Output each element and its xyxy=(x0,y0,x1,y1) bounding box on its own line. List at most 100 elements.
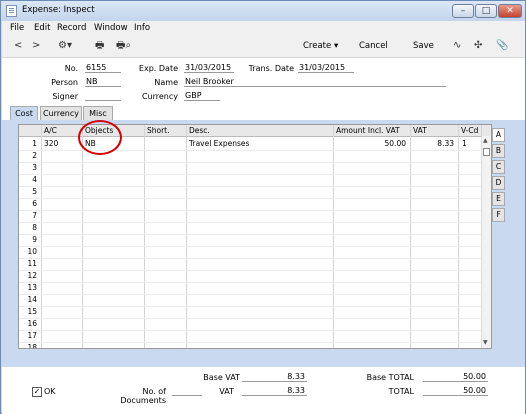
side-tab-e[interactable]: E xyxy=(492,192,505,206)
document-icon xyxy=(6,5,17,17)
exp-date-label: Exp. Date xyxy=(138,64,178,73)
ok-checkbox[interactable]: ✓ xyxy=(32,387,42,397)
print-icon[interactable]: 🖶 xyxy=(95,40,104,52)
no-of-documents-field[interactable] xyxy=(172,386,202,396)
header-panel: No. 6155 Person NB Signer Exp. Date 31/0… xyxy=(2,58,525,106)
person-field[interactable]: NB xyxy=(85,77,121,87)
col-ac[interactable]: A/C xyxy=(44,126,57,135)
signer-field[interactable] xyxy=(85,91,121,101)
col-desc[interactable]: Desc. xyxy=(189,126,210,135)
row-number: 5 xyxy=(32,187,37,196)
column-divider xyxy=(410,125,411,348)
menu-edit[interactable]: Edit xyxy=(34,23,50,33)
name-label: Name xyxy=(154,78,178,87)
column-divider xyxy=(333,125,334,348)
row-number: 6 xyxy=(32,199,37,208)
total-label: TOTAL xyxy=(388,387,414,396)
gear-icon[interactable]: ⚙▾ xyxy=(58,40,72,52)
col-vat[interactable]: VAT xyxy=(413,126,427,135)
row-number: 1 xyxy=(32,139,37,148)
tab-currency[interactable]: Currency xyxy=(40,106,82,120)
name-field[interactable]: Neil Brooker xyxy=(184,77,446,87)
row-divider xyxy=(19,270,482,271)
side-tab-d[interactable]: D xyxy=(492,176,505,190)
row-1-vat[interactable]: 8.33 xyxy=(413,139,454,148)
col-short[interactable]: Short. xyxy=(147,126,170,135)
row-divider xyxy=(19,210,482,211)
tab-cost[interactable]: Cost xyxy=(10,106,38,120)
row-1-ac[interactable]: 320 xyxy=(44,139,58,148)
create-button[interactable]: Create ▾ xyxy=(303,41,338,51)
row-divider xyxy=(19,342,482,343)
scroll-thumb[interactable] xyxy=(483,148,490,156)
row-divider xyxy=(19,222,482,223)
row-number: 16 xyxy=(27,319,37,328)
save-button[interactable]: Save xyxy=(413,41,434,51)
tab-misc[interactable]: Misc xyxy=(83,106,113,120)
side-tab-f[interactable]: F xyxy=(492,208,505,222)
footer-panel: Base VAT 8.33 VAT 8.33 No. of Documents … xyxy=(2,367,525,414)
currency-field[interactable]: GBP xyxy=(184,91,220,101)
base-vat-label: Base VAT xyxy=(203,373,240,382)
vat-field[interactable]: 8.33 xyxy=(242,386,307,396)
next-record-icon[interactable]: > xyxy=(32,40,40,52)
row-divider xyxy=(19,162,482,163)
no-field[interactable]: 6155 xyxy=(85,63,121,73)
row-number: 9 xyxy=(32,235,37,244)
tab-bar: Cost Currency Misc xyxy=(2,105,525,120)
exp-date-field[interactable]: 31/03/2015 xyxy=(184,63,234,73)
row-number: 3 xyxy=(32,163,37,172)
base-total-field[interactable]: 50.00 xyxy=(423,372,488,382)
close-button[interactable]: ✕ xyxy=(498,4,522,18)
title-bar[interactable]: Expense: Inspect xyxy=(1,1,525,21)
paperclip-icon[interactable]: 📎 xyxy=(496,40,508,52)
row-1-vcd[interactable]: 1 xyxy=(462,139,467,148)
column-divider xyxy=(458,125,459,348)
column-divider xyxy=(186,125,187,348)
maximize-button[interactable]: □ xyxy=(475,4,497,18)
row-1-amount[interactable]: 50.00 xyxy=(336,139,406,148)
cancel-button[interactable]: Cancel xyxy=(359,41,388,51)
col-vcd[interactable]: V-Cd xyxy=(461,126,478,135)
row-divider xyxy=(19,318,482,319)
highlight-circle xyxy=(78,120,122,155)
expense-grid[interactable]: A/C Objects Short. Desc. Amount Incl. VA… xyxy=(18,124,492,349)
no-of-documents-label: No. of Documents xyxy=(120,387,166,405)
row-number: 12 xyxy=(27,271,37,280)
previous-record-icon[interactable]: < xyxy=(14,40,22,52)
row-divider xyxy=(19,330,482,331)
grid-scrollbar[interactable]: ▲ ▼ xyxy=(481,136,491,348)
col-amount[interactable]: Amount Incl. VAT xyxy=(336,126,400,135)
row-number: 2 xyxy=(32,151,37,160)
menu-file[interactable]: File xyxy=(10,23,24,33)
trans-date-label: Trans. Date xyxy=(248,64,294,73)
row-number: 8 xyxy=(32,223,37,232)
scroll-up-icon[interactable]: ▲ xyxy=(483,137,488,144)
side-tab-c[interactable]: C xyxy=(492,160,505,174)
scroll-down-icon[interactable]: ▼ xyxy=(483,339,488,346)
minimize-button[interactable]: – xyxy=(452,4,474,18)
column-divider xyxy=(144,125,145,348)
menu-info[interactable]: Info xyxy=(134,23,150,33)
row-number: 15 xyxy=(27,307,37,316)
window: Expense: Inspect – □ ✕ File Edit Record … xyxy=(0,0,526,414)
checkmark-icon: ✓ xyxy=(33,387,41,396)
row-number: 7 xyxy=(32,211,37,220)
base-vat-field[interactable]: 8.33 xyxy=(242,372,307,382)
row-number: 4 xyxy=(32,175,37,184)
activity-icon[interactable]: ∿ xyxy=(453,40,461,52)
row-divider xyxy=(19,306,482,307)
menu-window[interactable]: Window xyxy=(94,23,128,33)
total-field[interactable]: 50.00 xyxy=(423,386,488,396)
menu-record[interactable]: Record xyxy=(57,23,86,33)
ok-label: OK xyxy=(44,387,56,396)
row-divider xyxy=(19,174,482,175)
side-tab-b[interactable]: B xyxy=(492,144,505,158)
row-1-desc[interactable]: Travel Expenses xyxy=(189,139,249,148)
row-number: 18 xyxy=(27,343,37,349)
print-preview-icon[interactable]: 🖶⌕ xyxy=(116,40,131,52)
link-icon[interactable]: ✣ xyxy=(474,40,482,52)
side-tab-a[interactable]: A xyxy=(492,128,505,142)
trans-date-field[interactable]: 31/03/2015 xyxy=(298,63,354,73)
base-total-label: Base TOTAL xyxy=(366,373,414,382)
